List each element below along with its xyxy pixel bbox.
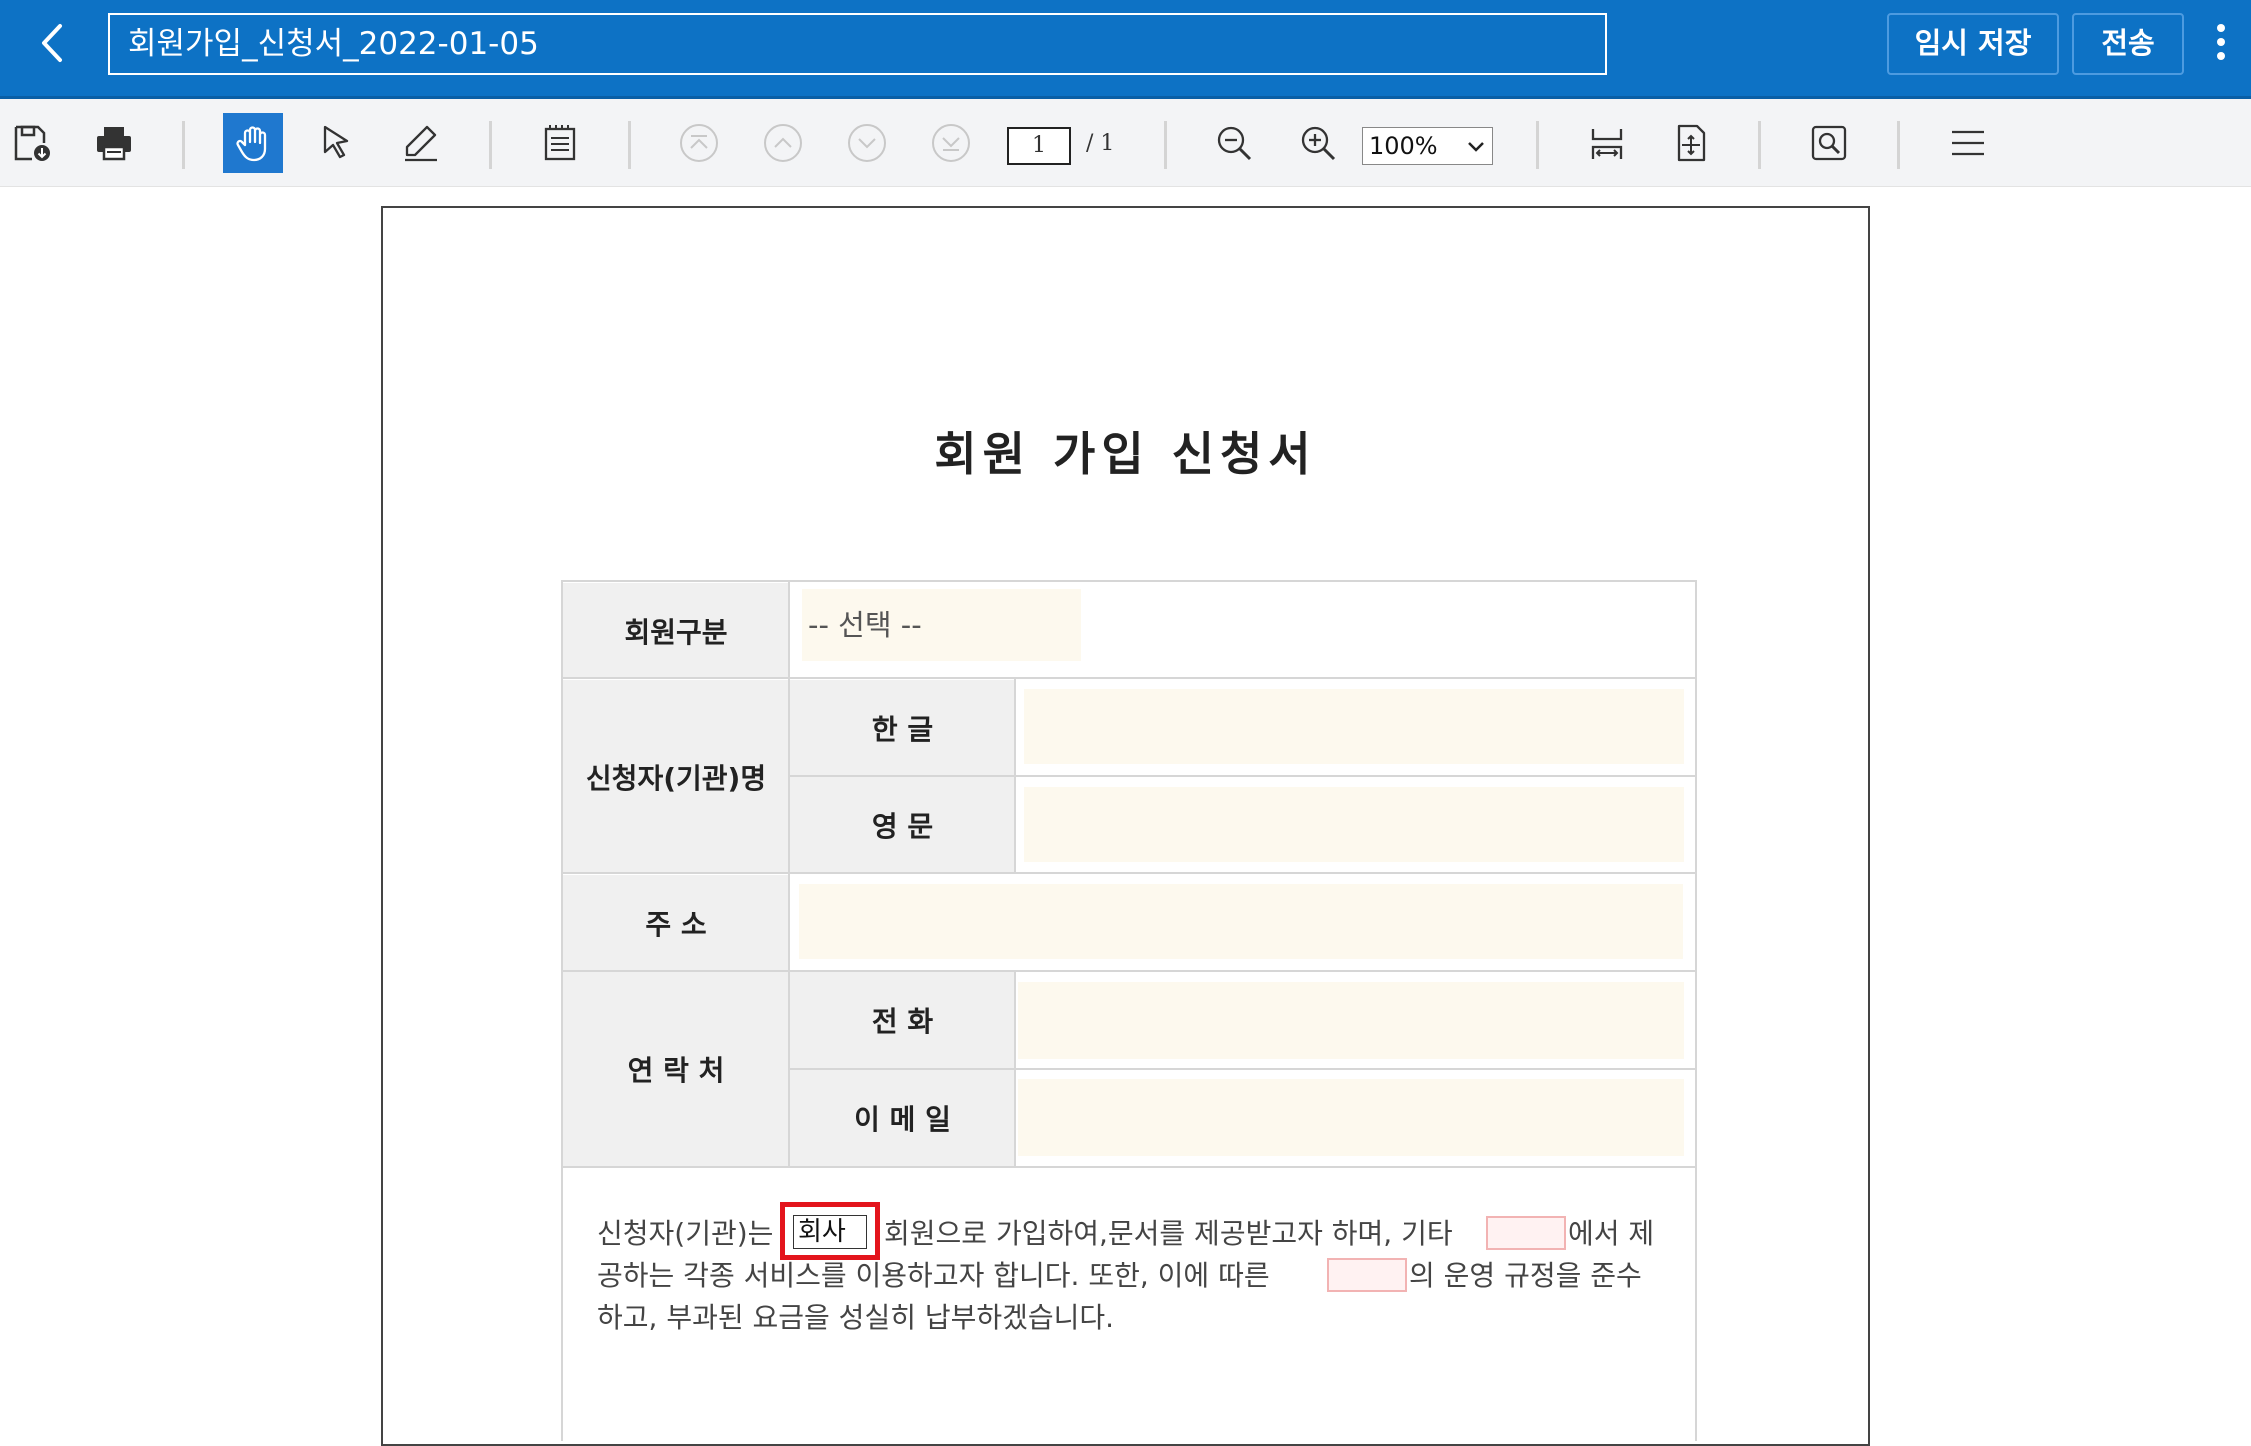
- hand-icon: [236, 126, 267, 162]
- org-name-input[interactable]: [1327, 1258, 1407, 1292]
- viewer-toolbar: 1 / 1 100%: [0, 99, 2251, 187]
- save-button[interactable]: [2, 113, 62, 173]
- company-field-highlight[interactable]: 회사: [780, 1202, 880, 1260]
- current-page-input[interactable]: 1: [1007, 127, 1071, 165]
- table-border: [1695, 580, 1697, 1441]
- notes-button[interactable]: [530, 113, 590, 173]
- table-border: [1014, 970, 1016, 1166]
- table-border: [789, 775, 1697, 777]
- english-name-label: 영 문: [790, 777, 1015, 873]
- address-input[interactable]: [799, 884, 1683, 959]
- phone-label: 전 화: [790, 972, 1015, 1068]
- table-border: [561, 580, 563, 1441]
- first-page-icon: [680, 124, 718, 162]
- zoom-level-value: 100%: [1369, 132, 1438, 160]
- table-border: [561, 677, 1697, 679]
- toolbar-divider: [1164, 121, 1167, 169]
- paragraph-text: 하고, 부과된 요금을 성실히 납부하겠습니다.: [597, 1301, 1115, 1334]
- search-icon: [1811, 125, 1847, 161]
- paragraph-text: 신청자(기관)는: [597, 1217, 774, 1250]
- korean-name-label: 한 글: [790, 680, 1015, 775]
- chevron-down-circle-icon: [848, 124, 886, 162]
- fit-page-icon: [1677, 124, 1706, 162]
- pen-tool-button[interactable]: [391, 113, 451, 173]
- select-tool-button[interactable]: [307, 113, 367, 173]
- applicant-name-label: 신청자(기관)명: [563, 680, 789, 873]
- zoom-out-button[interactable]: [1204, 113, 1264, 173]
- back-button[interactable]: [28, 18, 78, 68]
- printer-icon: [97, 127, 131, 161]
- table-border: [789, 1068, 1697, 1070]
- member-type-select[interactable]: -- 선택 --: [802, 589, 1081, 661]
- toolbar-divider: [182, 121, 185, 169]
- email-input[interactable]: [1018, 1079, 1684, 1156]
- english-name-input[interactable]: [1024, 787, 1684, 862]
- notepad-icon: [544, 125, 576, 161]
- fit-width-button[interactable]: [1577, 113, 1637, 173]
- zoom-in-button[interactable]: [1288, 113, 1348, 173]
- document-title-field[interactable]: 회원가입_신청서_2022-01-05: [108, 13, 1607, 75]
- paragraph-text: 회원으로 가입하여,문서를 제공받고자 하며, 기타: [884, 1217, 1453, 1250]
- table-border: [561, 1166, 1697, 1168]
- contact-label: 연 락 처: [563, 972, 789, 1166]
- zoom-in-icon: [1301, 126, 1336, 161]
- paragraph-text: 공하는 각종 서비스를 이용하고자 합니다. 또한, 이에 따른: [597, 1259, 1270, 1292]
- fit-page-button[interactable]: [1661, 113, 1721, 173]
- more-dot: [2217, 38, 2225, 46]
- paragraph-text: 에서 제: [1568, 1217, 1655, 1250]
- toolbar-divider: [628, 121, 631, 169]
- toolbar-divider: [489, 121, 492, 169]
- send-button[interactable]: 전송: [2072, 13, 2184, 75]
- cursor-arrow-icon: [323, 125, 349, 159]
- table-border: [561, 970, 1697, 972]
- korean-name-input[interactable]: [1024, 689, 1684, 764]
- company-field-value: 회사: [793, 1215, 867, 1249]
- save-download-icon: [14, 125, 50, 161]
- last-page-icon: [932, 124, 970, 162]
- phone-input[interactable]: [1018, 982, 1684, 1059]
- temp-save-button[interactable]: 임시 저장: [1887, 13, 2059, 75]
- zoom-level-select[interactable]: 100%: [1362, 127, 1493, 165]
- chevron-left-icon: [42, 24, 62, 62]
- chevron-down-icon: [1468, 142, 1484, 152]
- last-page-button[interactable]: [921, 113, 981, 173]
- toolbar-divider: [1897, 121, 1900, 169]
- other-org-input[interactable]: [1486, 1216, 1566, 1250]
- table-border: [788, 580, 790, 1166]
- table-border: [561, 872, 1697, 874]
- search-button[interactable]: [1799, 113, 1859, 173]
- toolbar-divider: [1758, 121, 1761, 169]
- first-page-button[interactable]: [669, 113, 729, 173]
- fit-width-icon: [1591, 129, 1623, 159]
- next-page-button[interactable]: [837, 113, 897, 173]
- email-label: 이 메 일: [790, 1070, 1015, 1166]
- top-bar: 회원가입_신청서_2022-01-05 임시 저장 전송: [0, 0, 2251, 99]
- chevron-up-circle-icon: [764, 124, 802, 162]
- previous-page-button[interactable]: [753, 113, 813, 173]
- zoom-out-icon: [1217, 126, 1252, 161]
- table-border: [561, 580, 1697, 582]
- hamburger-menu-icon: [1952, 130, 1984, 156]
- pencil-icon: [405, 125, 437, 162]
- member-type-label: 회원구분: [563, 583, 789, 678]
- toolbar-divider: [1536, 121, 1539, 169]
- more-dot: [2217, 52, 2225, 60]
- print-button[interactable]: [84, 113, 144, 173]
- menu-button[interactable]: [1938, 113, 1998, 173]
- document-heading: 회원 가입 신청서: [934, 427, 1317, 481]
- page-total: / 1: [1086, 131, 1115, 156]
- hand-tool-button[interactable]: [223, 113, 283, 173]
- address-label: 주 소: [563, 875, 789, 970]
- more-dot: [2217, 24, 2225, 32]
- table-border: [1014, 677, 1016, 872]
- paragraph-text: 의 운영 규정을 준수: [1409, 1259, 1642, 1292]
- more-menu-button[interactable]: [2206, 20, 2236, 70]
